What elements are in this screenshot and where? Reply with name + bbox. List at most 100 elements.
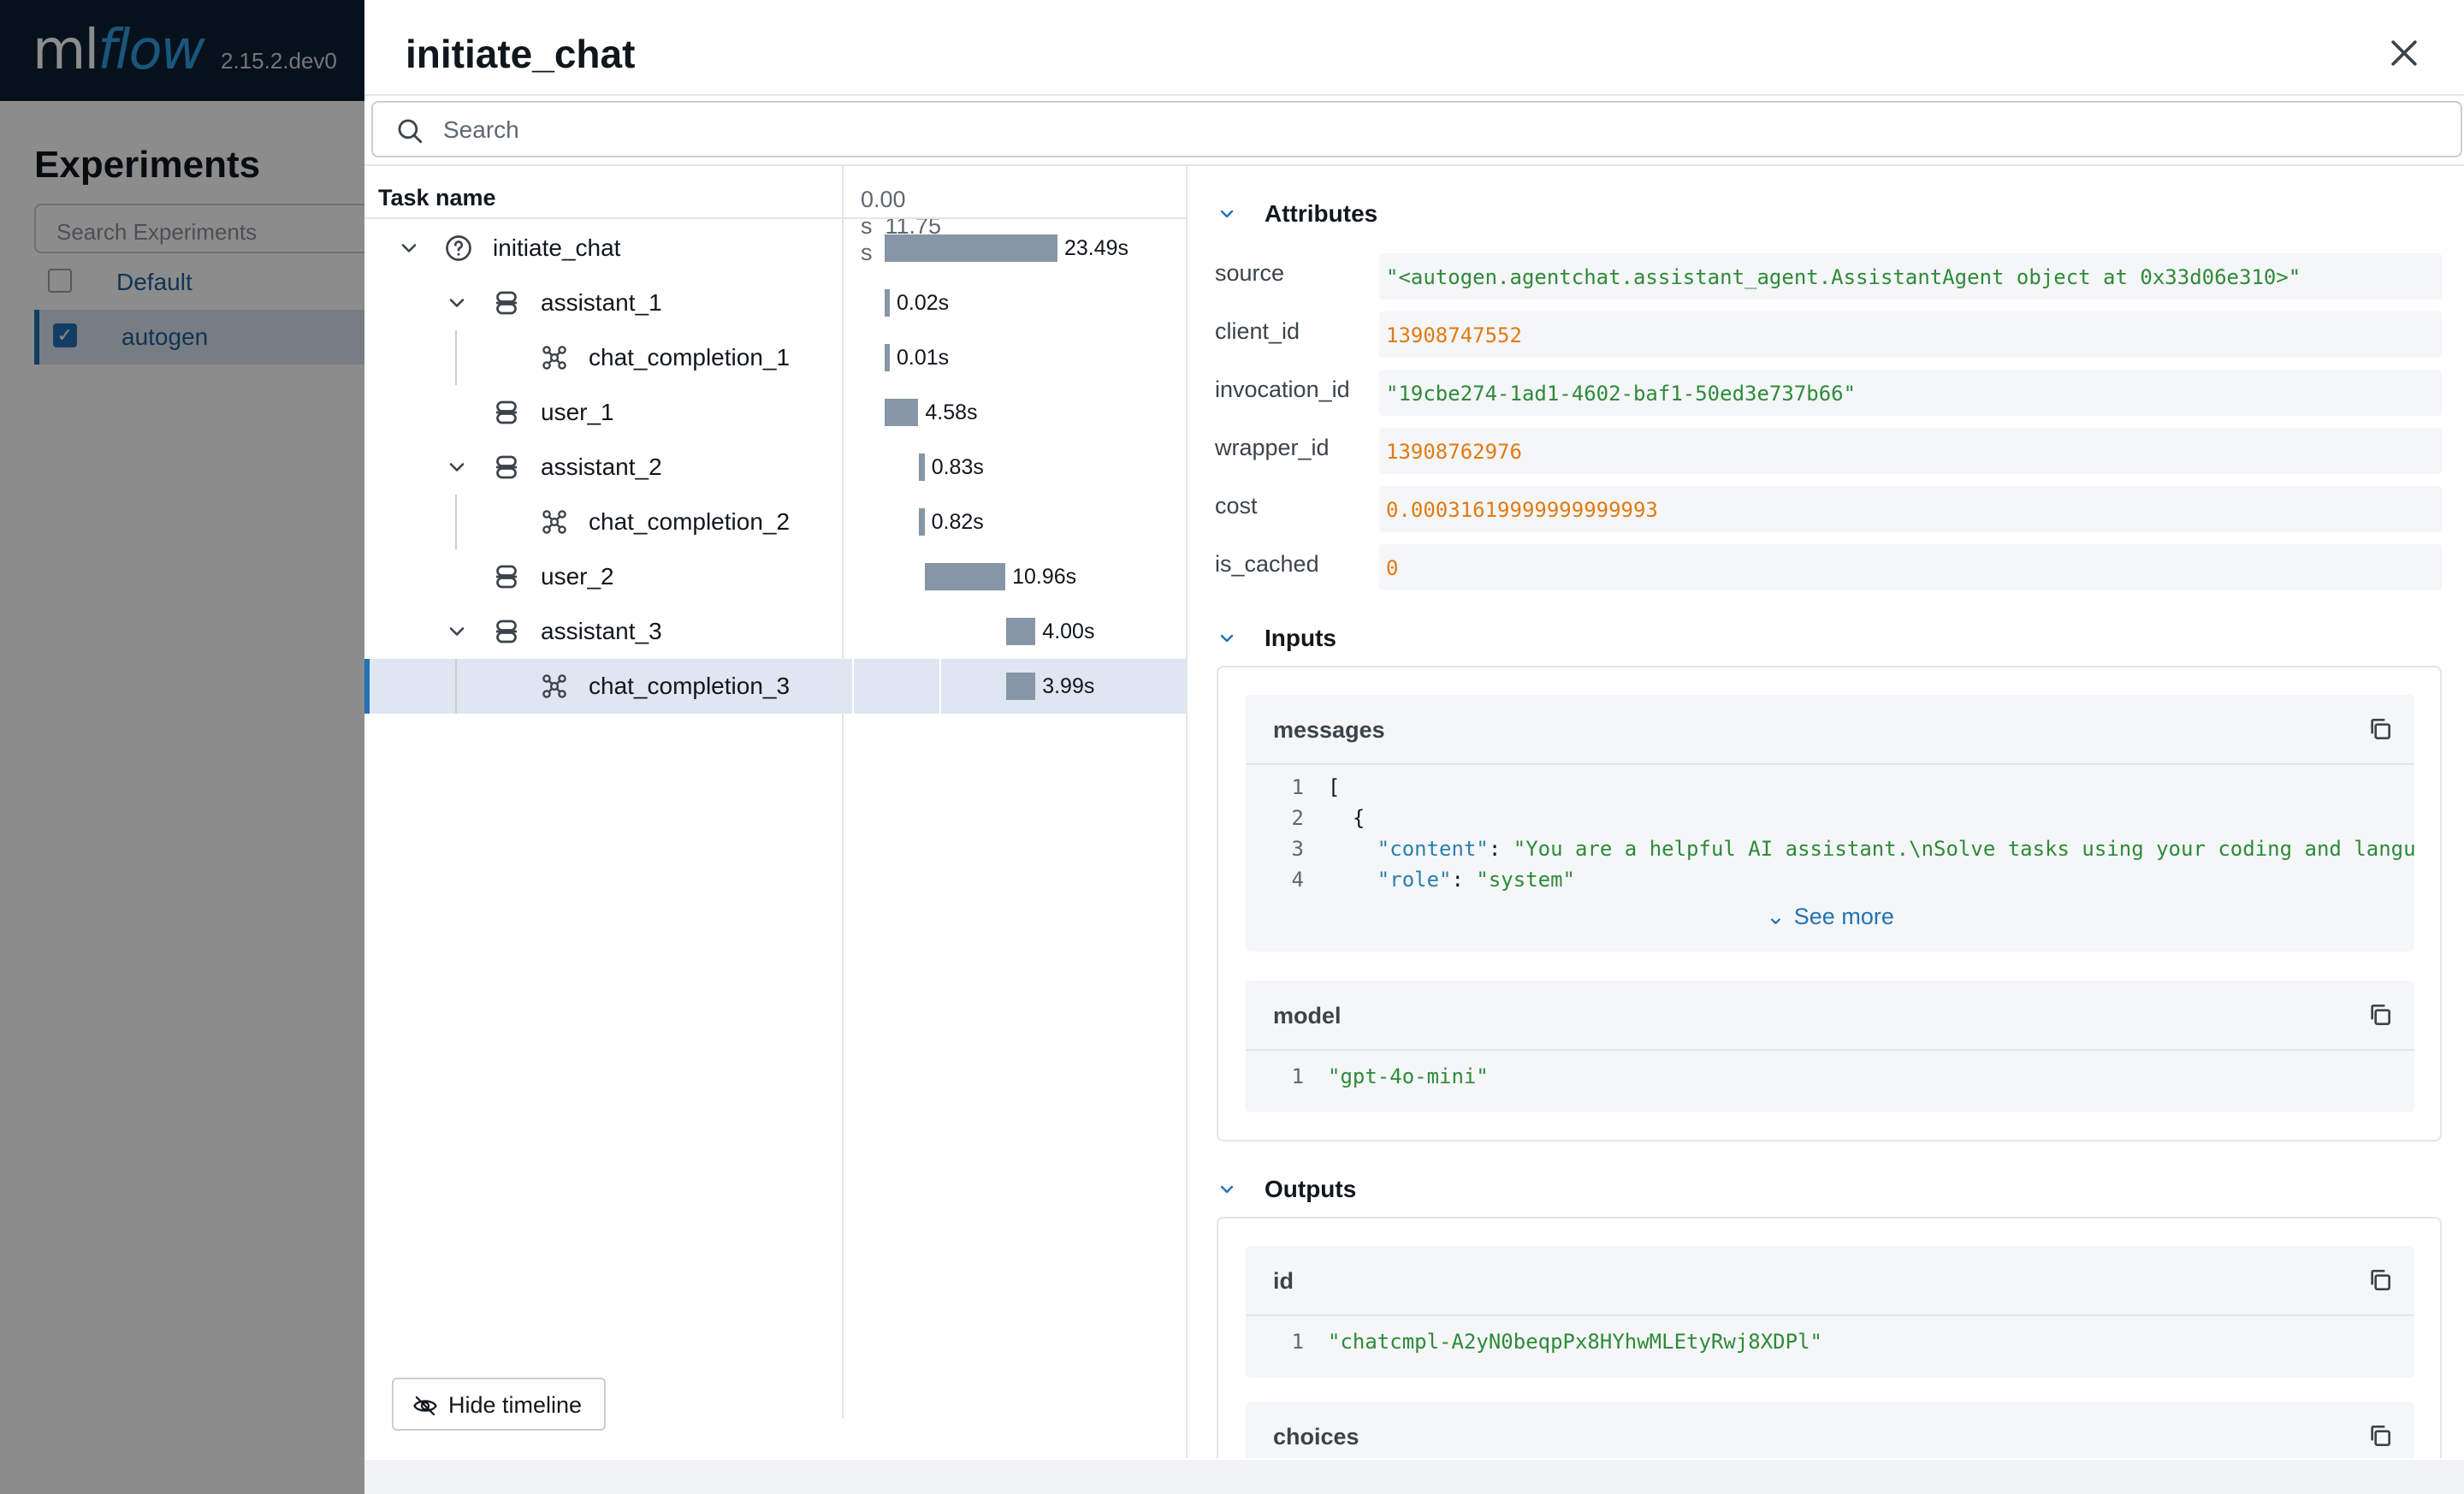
code-block: 1 "gpt-4o-mini" bbox=[1246, 1064, 2414, 1095]
model-icon bbox=[542, 510, 566, 534]
span-row-user-2[interactable]: user_2 10.96s bbox=[364, 549, 1186, 604]
timeline-bar[interactable] bbox=[918, 508, 925, 536]
span-name: assistant_1 bbox=[541, 289, 662, 316]
output-field-choices: choices bbox=[1246, 1402, 2414, 1458]
code-block: 1 "chatcmpl-A2yN0beqpPx8HYhwMLEtyRwj8XDPl… bbox=[1246, 1330, 2414, 1361]
attribute-key: wrapper_id bbox=[1215, 435, 1330, 460]
code-line: 1[ bbox=[1246, 775, 2414, 806]
timeline-bar[interactable] bbox=[918, 454, 925, 481]
search-input[interactable] bbox=[441, 111, 2413, 149]
attribute-key: cost bbox=[1215, 493, 1258, 519]
close-icon[interactable] bbox=[2385, 34, 2423, 72]
line-number: 1 bbox=[1291, 775, 1304, 799]
chevron-down-icon[interactable] bbox=[397, 236, 421, 260]
span-duration: 0.02s bbox=[897, 291, 950, 315]
field-header: choices bbox=[1246, 1402, 2414, 1458]
divider bbox=[364, 94, 2464, 96]
attribute-value: 0 bbox=[1379, 544, 2442, 590]
span-name: chat_completion_1 bbox=[589, 344, 791, 371]
span-duration: 4.00s bbox=[1042, 620, 1095, 643]
span-row-initiate-chat[interactable]: initiate_chat 23.49s bbox=[364, 221, 1186, 276]
field-header: messages bbox=[1246, 695, 2414, 765]
tree-connector bbox=[455, 495, 457, 549]
span-name: assistant_2 bbox=[541, 454, 662, 480]
code-text: "role": "system" bbox=[1328, 868, 1575, 892]
span-row-chat-completion-3[interactable]: chat_completion_3 3.99s bbox=[364, 659, 1186, 714]
chevron-down-icon[interactable] bbox=[445, 620, 469, 643]
model-icon bbox=[542, 674, 566, 698]
code-line: 4 "role": "system" bbox=[1246, 868, 2414, 898]
span-name: assistant_3 bbox=[541, 618, 662, 644]
copy-icon[interactable] bbox=[2366, 1001, 2394, 1029]
tree-connector bbox=[455, 659, 457, 714]
code-text: "gpt-4o-mini" bbox=[1328, 1064, 1489, 1088]
span-duration: 0.82s bbox=[931, 510, 984, 534]
span-row-assistant-3[interactable]: assistant_3 4.00s bbox=[364, 604, 1186, 659]
attribute-value: "19cbe274-1ad1-4602-baf1-50ed3e737b66" bbox=[1379, 370, 2442, 416]
copy-icon[interactable] bbox=[2366, 1422, 2394, 1450]
hide-timeline-button[interactable]: Hide timeline bbox=[392, 1378, 606, 1431]
chevron-down-icon[interactable] bbox=[445, 455, 469, 479]
chevron-down-icon bbox=[1220, 210, 1234, 218]
see-more-link[interactable]: ⌄ See more bbox=[1246, 904, 2414, 930]
span-duration: 0.01s bbox=[897, 346, 950, 370]
agent-icon bbox=[496, 455, 517, 479]
eye-off-icon bbox=[413, 1396, 437, 1416]
field-name: id bbox=[1273, 1268, 1294, 1294]
attribute-key: is_cached bbox=[1215, 551, 1319, 577]
copy-icon[interactable] bbox=[2366, 1266, 2394, 1294]
trace-drawer: initiate_chat Task name 0.00 s 11.75 s i… bbox=[364, 0, 2464, 1494]
agent-icon bbox=[496, 565, 517, 589]
span-tree: Task name 0.00 s 11.75 s initiate_chat 23… bbox=[364, 166, 1186, 1424]
model-icon bbox=[542, 346, 566, 370]
span-row-user-1[interactable]: user_1 4.58s bbox=[364, 385, 1186, 440]
tree-timeline-divider bbox=[842, 166, 844, 1419]
timeline-bar[interactable] bbox=[885, 344, 890, 371]
timeline-bar[interactable] bbox=[885, 289, 890, 317]
span-row-chat-completion-2[interactable]: chat_completion_2 0.82s bbox=[364, 495, 1186, 549]
span-row-assistant-2[interactable]: assistant_2 0.83s bbox=[364, 440, 1186, 495]
attribute-key: source bbox=[1215, 260, 1285, 286]
timeline-bar[interactable] bbox=[885, 234, 1057, 262]
search-icon bbox=[398, 119, 423, 144]
chevron-down-icon bbox=[1220, 634, 1234, 643]
span-row-assistant-1[interactable]: assistant_1 0.02s bbox=[364, 276, 1186, 330]
span-search[interactable] bbox=[371, 101, 2462, 157]
chevron-down-icon[interactable] bbox=[445, 291, 469, 315]
timeline-bar[interactable] bbox=[885, 399, 919, 426]
attribute-value: 13908762976 bbox=[1379, 428, 2442, 474]
copy-icon[interactable] bbox=[2366, 715, 2394, 743]
span-row-chat-completion-1[interactable]: chat_completion_1 0.01s bbox=[364, 330, 1186, 385]
field-name: model bbox=[1273, 1003, 1342, 1029]
agent-icon bbox=[496, 620, 517, 643]
span-duration: 23.49s bbox=[1064, 236, 1129, 260]
attribute-value: "<autogen.agentchat.assistant_agent.Assi… bbox=[1379, 253, 2442, 299]
outputs-card: id 1 "chatcmpl-A2yN0beqpPx8HYhwMLEtyRwj8X… bbox=[1217, 1217, 2442, 1458]
timeline-bar[interactable] bbox=[1005, 618, 1036, 645]
field-name: choices bbox=[1273, 1424, 1359, 1450]
span-name: chat_completion_2 bbox=[589, 508, 791, 535]
timeline-gridline bbox=[939, 659, 941, 714]
drawer-footer bbox=[364, 1460, 2464, 1494]
code-text: [ bbox=[1328, 775, 1341, 799]
span-duration: 3.99s bbox=[1042, 674, 1095, 698]
inputs-card: messages 1[2 {3 "content": "You are a he… bbox=[1217, 666, 2442, 1141]
line-number: 2 bbox=[1291, 806, 1304, 830]
attribute-key: invocation_id bbox=[1215, 376, 1350, 402]
field-header: id bbox=[1246, 1246, 2414, 1316]
attribute-value: 13908747552 bbox=[1379, 311, 2442, 358]
outputs-label: Outputs bbox=[1265, 1176, 1357, 1202]
timeline-bar[interactable] bbox=[924, 563, 1006, 590]
timeline-gridline bbox=[852, 659, 854, 714]
timeline-bar[interactable] bbox=[1005, 673, 1036, 700]
line-number: 3 bbox=[1291, 837, 1304, 861]
code-line: 3 "content": "You are a helpful AI assis… bbox=[1246, 837, 2414, 868]
field-name: messages bbox=[1273, 717, 1385, 743]
divider bbox=[364, 217, 1186, 219]
output-field-id: id 1 "chatcmpl-A2yN0beqpPx8HYhwMLEtyRwj8X… bbox=[1246, 1246, 2414, 1378]
span-name: user_1 bbox=[541, 399, 614, 425]
agent-icon bbox=[496, 291, 517, 315]
code-text: "chatcmpl-A2yN0beqpPx8HYhwMLEtyRwj8XDPl" bbox=[1328, 1330, 1822, 1354]
code-line: 2 { bbox=[1246, 806, 2414, 837]
line-number: 1 bbox=[1291, 1064, 1304, 1088]
